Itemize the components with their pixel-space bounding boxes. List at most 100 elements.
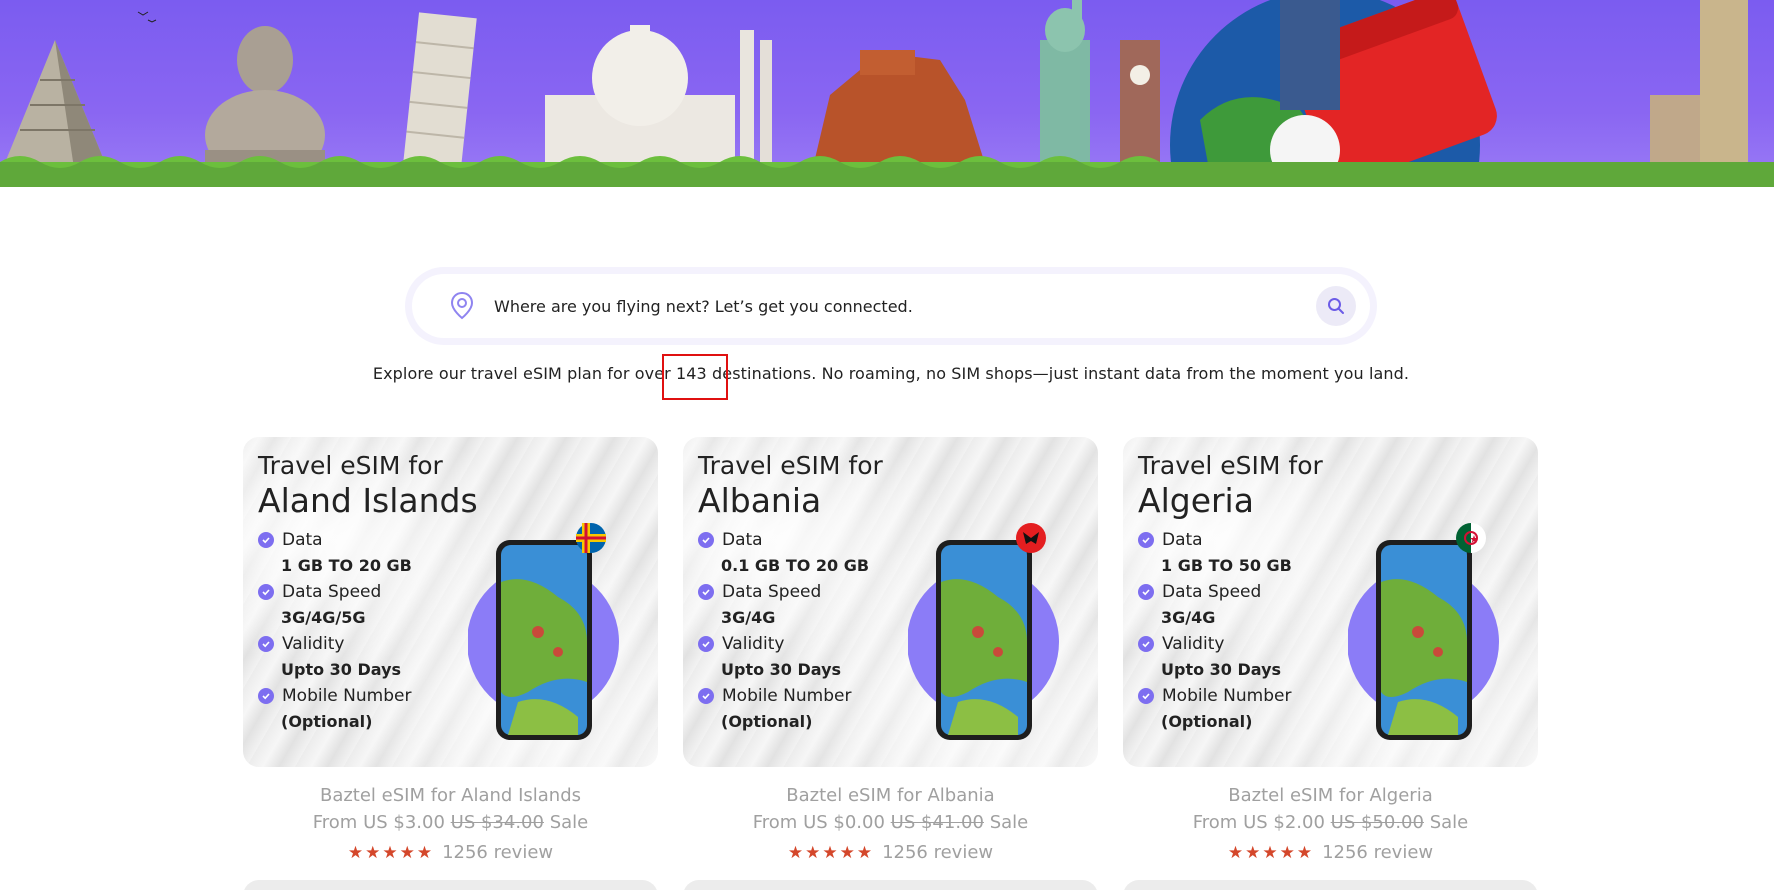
phone-illustration bbox=[1348, 523, 1499, 740]
feature-label: Validity bbox=[282, 634, 345, 654]
price-old: US $34.00 bbox=[450, 812, 544, 833]
feature-item: Data Speed bbox=[698, 579, 869, 605]
phone-illustration bbox=[468, 523, 619, 740]
check-circle-icon bbox=[698, 532, 714, 548]
price-from: From US $2.00 bbox=[1192, 812, 1325, 833]
review-count: 1256 review bbox=[1322, 842, 1434, 863]
destinations-tagline: Explore our travel eSIM plan for over 14… bbox=[372, 364, 1410, 383]
feature-label: Data bbox=[282, 530, 323, 550]
feature-value: 3G/4G bbox=[1161, 608, 1216, 627]
feature-list: Data 0.1 GB TO 20 GB Data Speed 3G/4G Va… bbox=[698, 527, 869, 735]
check-circle-icon bbox=[1138, 584, 1154, 600]
product-price: From US $0.00 US $41.00 Sale bbox=[683, 812, 1098, 839]
feature-value: (Optional) bbox=[1161, 712, 1253, 731]
check-circle-icon bbox=[258, 584, 274, 600]
review-count: 1256 review bbox=[882, 842, 994, 863]
feature-value: 0.1 GB TO 20 GB bbox=[721, 556, 870, 575]
check-circle-icon bbox=[1138, 532, 1154, 548]
card-country: Algeria bbox=[1138, 481, 1254, 520]
feature-value: Upto 30 Days bbox=[281, 660, 402, 679]
product-meta: Baztel eSIM for Aland Islands From US $3… bbox=[243, 785, 658, 866]
sale-label: Sale bbox=[989, 812, 1029, 833]
highlight-box bbox=[662, 354, 728, 400]
feature-value: 3G/4G/5G bbox=[281, 608, 366, 627]
check-circle-icon bbox=[698, 584, 714, 600]
feature-value: Upto 30 Days bbox=[1161, 660, 1282, 679]
card-country: Albania bbox=[698, 481, 822, 520]
search-input[interactable] bbox=[494, 296, 1316, 316]
albania-flag-icon bbox=[1016, 523, 1046, 553]
product-name-link[interactable]: Baztel eSIM for Albania bbox=[683, 785, 1098, 812]
check-circle-icon bbox=[1138, 636, 1154, 652]
feature-item: Mobile Number bbox=[1138, 683, 1292, 709]
product-price: From US $3.00 US $34.00 Sale bbox=[243, 812, 658, 839]
feature-label: Mobile Number bbox=[282, 686, 412, 706]
star-icon: ★★★★★ bbox=[1227, 842, 1315, 863]
next-card-peek bbox=[1123, 880, 1538, 890]
feature-item: Validity bbox=[698, 631, 869, 657]
feature-item: Data bbox=[1138, 527, 1292, 553]
product-name-link[interactable]: Baztel eSIM for Aland Islands bbox=[243, 785, 658, 812]
card-title-prefix: Travel eSIM for bbox=[1138, 451, 1323, 480]
feature-value: 3G/4G bbox=[721, 608, 776, 627]
review-count: 1256 review bbox=[442, 842, 554, 863]
check-circle-icon bbox=[698, 688, 714, 704]
feature-item: Mobile Number bbox=[698, 683, 869, 709]
search-icon bbox=[1328, 298, 1344, 314]
product-rating: ★★★★★ 1256 review bbox=[1123, 839, 1538, 866]
feature-value: (Optional) bbox=[721, 712, 813, 731]
search-bar bbox=[412, 274, 1370, 338]
card-title-prefix: Travel eSIM for bbox=[258, 451, 443, 480]
landmarks-illustration bbox=[0, 0, 1774, 187]
check-circle-icon bbox=[258, 636, 274, 652]
price-from: From US $3.00 bbox=[312, 812, 445, 833]
product-rating: ★★★★★ 1256 review bbox=[243, 839, 658, 866]
feature-value: Upto 30 Days bbox=[721, 660, 842, 679]
feature-label: Data bbox=[1162, 530, 1203, 550]
feature-label: Validity bbox=[1162, 634, 1225, 654]
next-card-peek bbox=[683, 880, 1098, 890]
search-button[interactable] bbox=[1316, 286, 1356, 326]
feature-value: 1 GB TO 50 GB bbox=[1161, 556, 1292, 575]
feature-label: Data bbox=[722, 530, 763, 550]
next-card-peek bbox=[243, 880, 658, 890]
location-pin-icon bbox=[450, 291, 474, 320]
product-meta: Baztel eSIM for Algeria From US $2.00 US… bbox=[1123, 785, 1538, 866]
search-bar-container bbox=[405, 267, 1377, 345]
feature-value: 1 GB TO 20 GB bbox=[281, 556, 412, 575]
aland-flag-icon bbox=[576, 523, 606, 553]
star-icon: ★★★★★ bbox=[787, 842, 875, 863]
feature-label: Validity bbox=[722, 634, 785, 654]
feature-list: Data 1 GB TO 20 GB Data Speed 3G/4G/5G V… bbox=[258, 527, 412, 735]
algeria-flag-icon bbox=[1456, 523, 1486, 553]
price-from: From US $0.00 bbox=[752, 812, 885, 833]
check-circle-icon bbox=[698, 636, 714, 652]
card-title-prefix: Travel eSIM for bbox=[698, 451, 883, 480]
feature-item: Data Speed bbox=[258, 579, 412, 605]
price-old: US $41.00 bbox=[890, 812, 984, 833]
esim-card-algeria[interactable]: Travel eSIM for Algeria Data 1 GB TO 50 … bbox=[1123, 437, 1538, 767]
check-circle-icon bbox=[258, 688, 274, 704]
check-circle-icon bbox=[258, 532, 274, 548]
feature-label: Data Speed bbox=[282, 582, 382, 602]
feature-item: Data bbox=[258, 527, 412, 553]
phone-illustration bbox=[908, 523, 1059, 740]
star-icon: ★★★★★ bbox=[347, 842, 435, 863]
check-circle-icon bbox=[1138, 688, 1154, 704]
feature-item: Data bbox=[698, 527, 869, 553]
card-country: Aland Islands bbox=[258, 481, 478, 520]
product-meta: Baztel eSIM for Albania From US $0.00 US… bbox=[683, 785, 1098, 866]
feature-list: Data 1 GB TO 50 GB Data Speed 3G/4G Vali… bbox=[1138, 527, 1292, 735]
feature-label: Mobile Number bbox=[722, 686, 852, 706]
product-name-link[interactable]: Baztel eSIM for Algeria bbox=[1123, 785, 1538, 812]
feature-item: Validity bbox=[258, 631, 412, 657]
sale-label: Sale bbox=[549, 812, 589, 833]
esim-card-aland-islands[interactable]: Travel eSIM for Aland Islands Data 1 GB … bbox=[243, 437, 658, 767]
hero-banner bbox=[0, 0, 1774, 187]
esim-card-albania[interactable]: Travel eSIM for Albania Data 0.1 GB TO 2… bbox=[683, 437, 1098, 767]
feature-label: Mobile Number bbox=[1162, 686, 1292, 706]
feature-item: Data Speed bbox=[1138, 579, 1292, 605]
feature-value: (Optional) bbox=[281, 712, 373, 731]
sale-label: Sale bbox=[1429, 812, 1469, 833]
price-old: US $50.00 bbox=[1330, 812, 1424, 833]
